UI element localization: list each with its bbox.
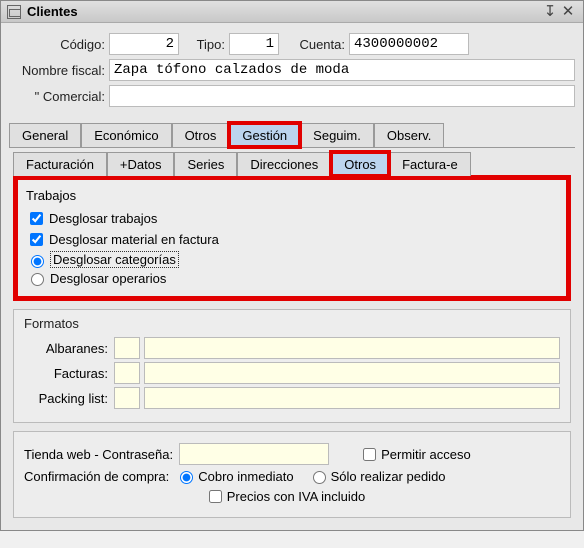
albaranes-label: Albaranes: [24, 341, 114, 356]
trabajos-title: Trabajos [26, 188, 560, 203]
packing-input-b[interactable] [144, 387, 560, 409]
tab-general[interactable]: General [9, 123, 81, 147]
desglosar-operarios-label: Desglosar operarios [50, 271, 166, 286]
codigo-input[interactable] [109, 33, 179, 55]
albaranes-input-b[interactable] [144, 337, 560, 359]
facturas-input-a[interactable] [114, 362, 140, 384]
nombre-fiscal-label: Nombre fiscal: [9, 63, 109, 78]
desglosar-trabajos-checkbox[interactable] [30, 212, 43, 225]
nombre-fiscal-input[interactable] [109, 59, 575, 81]
solo-realizar-radio[interactable] [313, 471, 326, 484]
desglosar-material-checkbox[interactable] [30, 233, 43, 246]
cobro-inmediato-label: Cobro inmediato [198, 469, 293, 484]
facturas-label: Facturas: [24, 366, 114, 381]
comercial-input[interactable] [109, 85, 575, 107]
desglosar-operarios-radio[interactable] [31, 273, 44, 286]
solo-realizar-label: Sólo realizar pedido [331, 469, 446, 484]
tipo-input[interactable] [229, 33, 279, 55]
tab-series[interactable]: Series [174, 152, 237, 176]
tab-economico[interactable]: Económico [81, 123, 171, 147]
confirmacion-label: Confirmación de compra: [24, 469, 169, 484]
tab-factura-e[interactable]: Factura-e [389, 152, 471, 176]
header-form: Código: Tipo: Cuenta: Nombre fiscal: " C… [1, 23, 583, 117]
desglosar-categorias-label: Desglosar categorías [50, 251, 179, 268]
tab-mas-datos[interactable]: +Datos [107, 152, 175, 176]
tab-otros-main[interactable]: Otros [172, 123, 230, 147]
tab-seguim[interactable]: Seguim. [300, 123, 374, 147]
albaranes-input-a[interactable] [114, 337, 140, 359]
formatos-panel: Formatos Albaranes: Facturas: Packing li… [13, 309, 571, 423]
tab-observ[interactable]: Observ. [374, 123, 445, 147]
permitir-acceso-label: Permitir acceso [381, 447, 471, 462]
packing-input-a[interactable] [114, 387, 140, 409]
window-clientes: Clientes ↧ ✕ Código: Tipo: Cuenta: Nombr… [0, 0, 584, 531]
precios-iva-label: Precios con IVA incluido [227, 489, 366, 504]
tab-facturacion[interactable]: Facturación [13, 152, 107, 176]
tabs-sub: Facturación +Datos Series Direcciones Ot… [13, 152, 571, 177]
window-icon [7, 5, 21, 19]
cobro-inmediato-radio[interactable] [180, 471, 193, 484]
trabajos-panel: Trabajos Desglosar trabajos Desglosar ma… [13, 175, 571, 301]
minimize-icon[interactable]: ↧ [541, 5, 559, 19]
cuenta-label: Cuenta: [279, 37, 349, 52]
facturas-input-b[interactable] [144, 362, 560, 384]
cuenta-input[interactable] [349, 33, 469, 55]
close-icon[interactable]: ✕ [559, 5, 577, 19]
tab-gestion[interactable]: Gestión [229, 123, 300, 147]
desglosar-material-label: Desglosar material en factura [49, 232, 219, 247]
tienda-password-label: Tienda web - Contraseña: [24, 447, 173, 462]
tienda-password-input[interactable] [179, 443, 329, 465]
window-title: Clientes [27, 4, 541, 19]
titlebar[interactable]: Clientes ↧ ✕ [1, 1, 583, 23]
precios-iva-checkbox[interactable] [209, 490, 222, 503]
comercial-label: " Comercial: [9, 89, 109, 104]
tabs-main: General Económico Otros Gestión Seguim. … [9, 123, 575, 148]
tab-otros-sub[interactable]: Otros [331, 152, 389, 176]
desglosar-trabajos-label: Desglosar trabajos [49, 211, 157, 226]
packing-label: Packing list: [24, 391, 114, 406]
desglosar-categorias-radio[interactable] [31, 255, 44, 268]
tab-direcciones[interactable]: Direcciones [237, 152, 331, 176]
permitir-acceso-checkbox[interactable] [363, 448, 376, 461]
tienda-panel: Tienda web - Contraseña: Permitir acceso… [13, 431, 571, 518]
formatos-title: Formatos [24, 316, 560, 331]
tipo-label: Tipo: [179, 37, 229, 52]
codigo-label: Código: [9, 37, 109, 52]
